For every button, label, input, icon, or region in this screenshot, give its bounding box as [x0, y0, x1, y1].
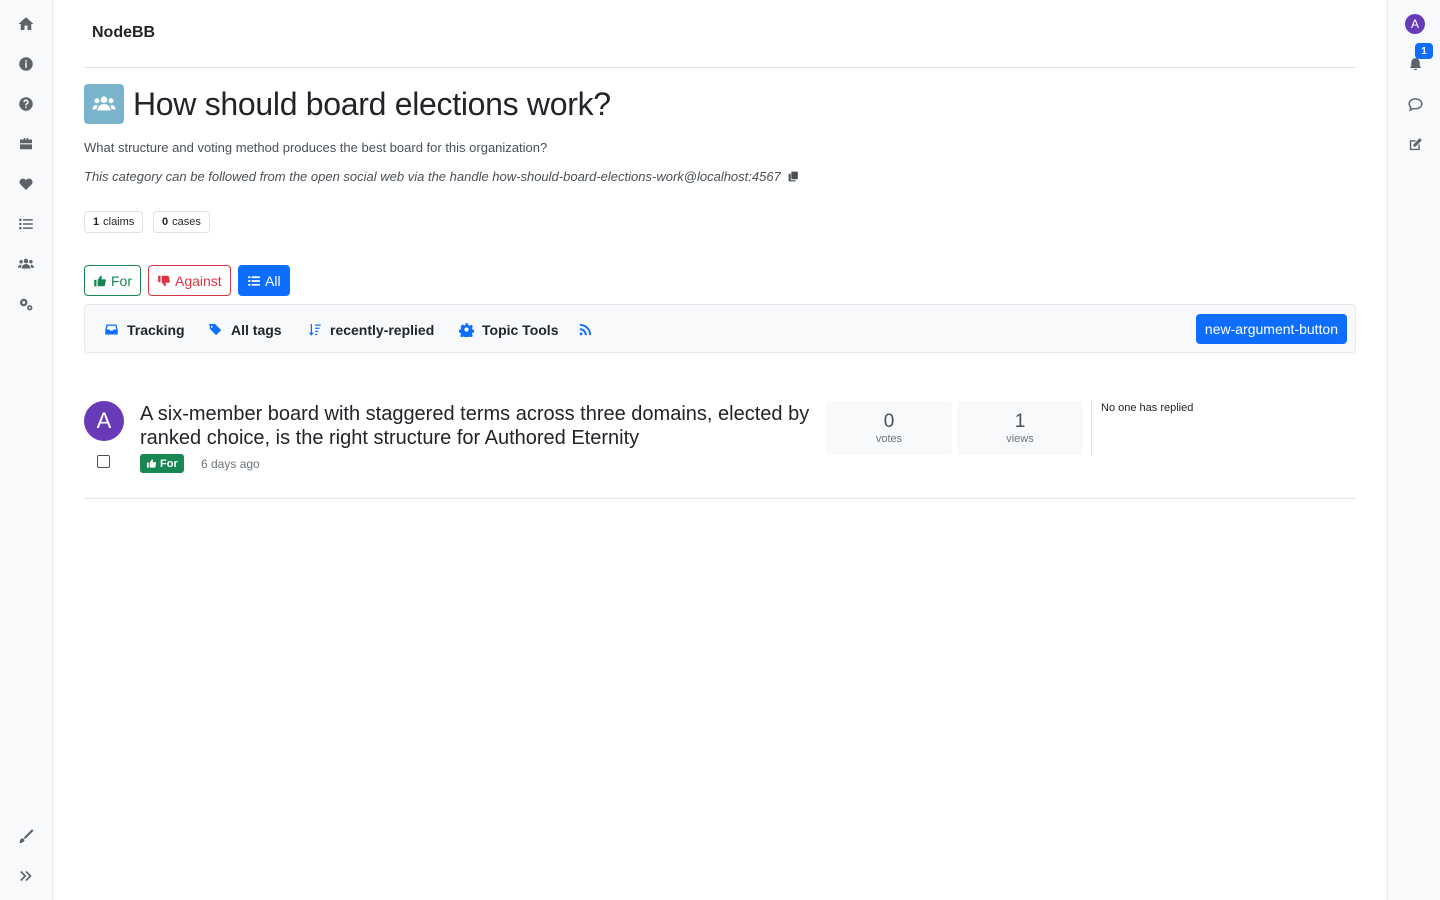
views-count: 1 [1014, 411, 1026, 432]
category-users-icon [84, 84, 124, 124]
topic-select-checkbox[interactable] [97, 455, 110, 468]
sort-icon [308, 323, 321, 336]
notification-count-badge: 1 [1415, 43, 1433, 59]
home-icon[interactable] [15, 13, 37, 35]
expand-sidebar-icon[interactable] [15, 865, 37, 887]
category-handle-text: This category can be followed from the o… [84, 169, 781, 184]
rss-icon [579, 323, 592, 336]
last-reply-text: No one has replied [1101, 402, 1194, 414]
tags-label: All tags [231, 321, 282, 338]
topic-stance-label: For [160, 457, 178, 470]
votes-stat: 0 votes [826, 401, 952, 455]
topic-tools-label: Topic Tools [482, 321, 559, 338]
filter-for-label: For [111, 272, 132, 289]
sort-dropdown[interactable]: recently-replied [307, 305, 434, 354]
category-title: How should board elections work? [133, 86, 611, 122]
category-description: What structure and voting method produce… [84, 140, 548, 155]
right-sidebar: A [1387, 0, 1440, 900]
site-brand[interactable]: NodeBB [92, 24, 155, 42]
compose-icon[interactable] [1404, 133, 1426, 155]
claims-count-pill: 1 claims [84, 211, 144, 233]
gear-icon [459, 323, 474, 337]
briefcase-icon[interactable] [15, 133, 37, 155]
votes-count: 0 [883, 411, 895, 432]
list-icon[interactable] [15, 213, 37, 235]
paintbrush-icon[interactable] [15, 825, 37, 847]
inbox-icon [105, 324, 118, 335]
filter-against-button[interactable]: Against [148, 265, 231, 296]
views-stat: 1 views [957, 401, 1083, 455]
filter-against-label: Against [175, 272, 222, 289]
left-sidebar [0, 0, 53, 900]
thumbs-up-icon [146, 459, 157, 468]
topic-timestamp[interactable]: 6 days ago [201, 457, 260, 471]
filter-for-button[interactable]: For [84, 265, 141, 296]
thumbs-down-icon [158, 275, 170, 286]
topic-tools-dropdown[interactable]: Topic Tools [459, 305, 558, 354]
copy-icon[interactable] [787, 170, 801, 184]
cogs-icon[interactable] [15, 293, 37, 315]
new-argument-button[interactable]: new-argument-button [1195, 314, 1347, 344]
users-icon[interactable] [15, 253, 37, 275]
list-icon [248, 275, 260, 286]
info-icon[interactable] [15, 53, 37, 75]
heart-icon[interactable] [15, 173, 37, 195]
tracking-dropdown[interactable]: Tracking [104, 305, 185, 354]
filter-all-button[interactable]: All [238, 265, 290, 296]
thumbs-up-icon [94, 275, 106, 286]
tags-dropdown[interactable]: All tags [208, 305, 282, 354]
user-avatar[interactable]: A [1405, 14, 1425, 34]
chat-icon[interactable] [1404, 93, 1426, 115]
topic-author-avatar[interactable]: A [84, 401, 124, 441]
claims-label: claims [103, 216, 135, 228]
claims-count: 1 [93, 216, 100, 228]
sort-label: recently-replied [330, 321, 435, 338]
views-label: views [1006, 433, 1034, 445]
category-handle: This category can be followed from the o… [84, 169, 801, 184]
votes-label: votes [875, 433, 903, 445]
cases-count-pill: 0 cases [153, 211, 210, 233]
rss-feed-link[interactable] [578, 305, 593, 354]
tags-icon [209, 323, 222, 336]
tracking-label: Tracking [127, 321, 185, 338]
filter-all-label: All [265, 272, 281, 289]
topic-title-link[interactable]: A six-member board with staggered terms … [140, 402, 810, 450]
teaser-divider [1091, 401, 1092, 455]
cases-label: cases [172, 216, 201, 228]
topic-stance-badge[interactable]: For [140, 454, 184, 473]
topic-row-divider [84, 498, 1356, 499]
help-icon[interactable] [15, 93, 37, 115]
cases-count: 0 [162, 216, 169, 228]
topic-toolbar: Tracking All tags recently-replied Topic… [84, 304, 1356, 353]
header-divider [84, 67, 1356, 68]
